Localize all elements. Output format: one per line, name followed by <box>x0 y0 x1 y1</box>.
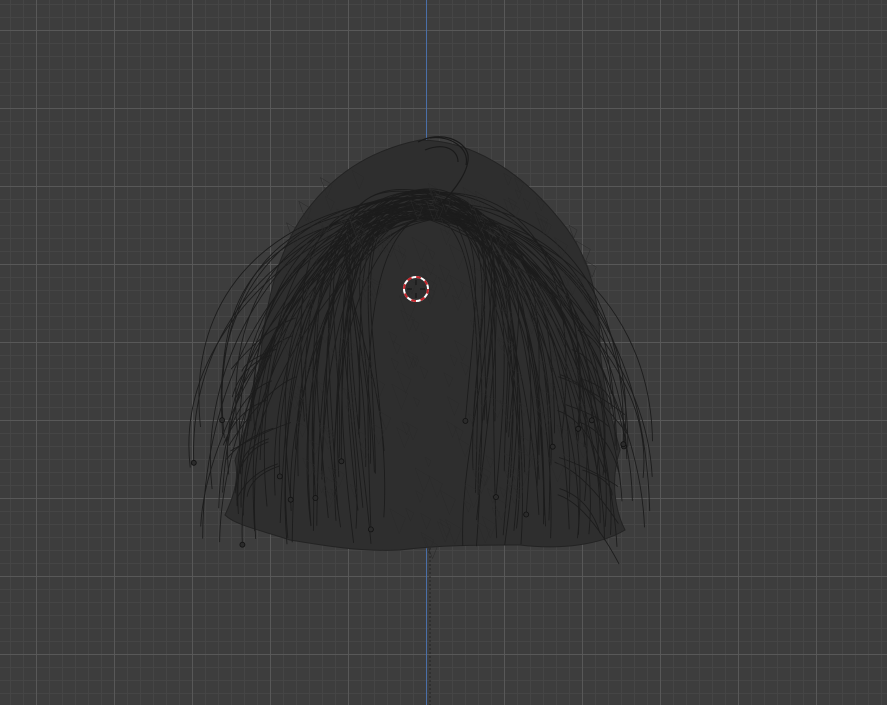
3d-viewport[interactable] <box>0 0 887 705</box>
strand-tip-vertex <box>493 494 499 501</box>
strand-tip-vertex <box>219 417 226 424</box>
strand-tip-vertex <box>312 495 319 501</box>
strand-tip-vertex <box>239 541 246 548</box>
strand-tip-vertex <box>287 496 294 503</box>
strand-tip-vertex <box>588 417 595 424</box>
strand-tip-vertex <box>523 511 530 518</box>
strand-tip-vertex <box>367 526 374 533</box>
strand-tip-vertex <box>549 443 556 450</box>
strand-tip-vertex <box>338 458 345 465</box>
strand-tip-vertex <box>620 441 627 448</box>
hair-mesh-wireframe[interactable] <box>0 0 887 705</box>
3d-cursor-icon[interactable] <box>402 275 430 303</box>
strand-tip-vertex <box>190 459 197 466</box>
strand-tip-vertex <box>276 473 283 480</box>
strand-tip-vertex <box>462 417 469 424</box>
strand-tip-vertex <box>575 425 582 432</box>
